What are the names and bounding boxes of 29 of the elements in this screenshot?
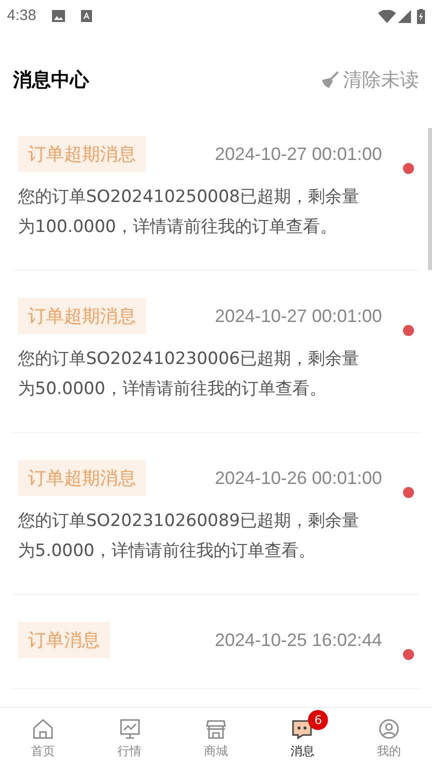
clear-unread-button[interactable]: 清除未读 — [321, 66, 419, 94]
signal-icon — [398, 10, 411, 22]
message-tag: 订单超期消息 — [18, 298, 146, 334]
page-title: 消息中心 — [13, 68, 89, 93]
tab-bar-item[interactable]: 商城 — [172, 708, 260, 768]
message-body: 您的订单SO202410250008已超期，剩余量为100.0000，详情请前往我的订单查看。 — [18, 186, 360, 239]
wifi-icon — [378, 10, 396, 22]
tab-bar-item[interactable]: 首页 — [0, 708, 86, 768]
message-body: 您的订单SO202410230006已超期，剩余量为50.0000，详情请前往我的订单查看。 — [18, 348, 360, 401]
tab-bar-item[interactable]: 我的 — [346, 708, 432, 768]
message-tag: 订单超期消息 — [18, 460, 146, 496]
tab-bar-item[interactable]: 消息 6 — [259, 708, 346, 768]
message-time: 2024-10-27 00:01:00 — [214, 142, 382, 166]
home-icon — [31, 716, 56, 740]
tab-bar-item[interactable]: 行情 — [86, 708, 173, 768]
unread-count-badge: 6 — [308, 710, 328, 730]
status-time: 4:38 — [7, 6, 36, 26]
message-time: 2024-10-25 16:02:44 — [214, 628, 382, 652]
message-tag: 订单消息 — [18, 622, 110, 658]
image-icon — [52, 10, 66, 22]
battery-icon — [417, 8, 425, 24]
keyboard-icon — [81, 10, 92, 22]
profile-icon — [376, 716, 401, 740]
message-time: 2024-10-27 00:01:00 — [214, 304, 382, 328]
chart-monitor-icon — [118, 716, 142, 740]
message-tag: 订单超期消息 — [18, 136, 146, 172]
broom-icon — [321, 71, 339, 89]
message-time: 2024-10-26 00:01:00 — [214, 466, 382, 490]
message-body: 您的订单SO202310260089已超期，剩余量为5.0000，详情请前往我的订单查看。 — [18, 510, 360, 563]
